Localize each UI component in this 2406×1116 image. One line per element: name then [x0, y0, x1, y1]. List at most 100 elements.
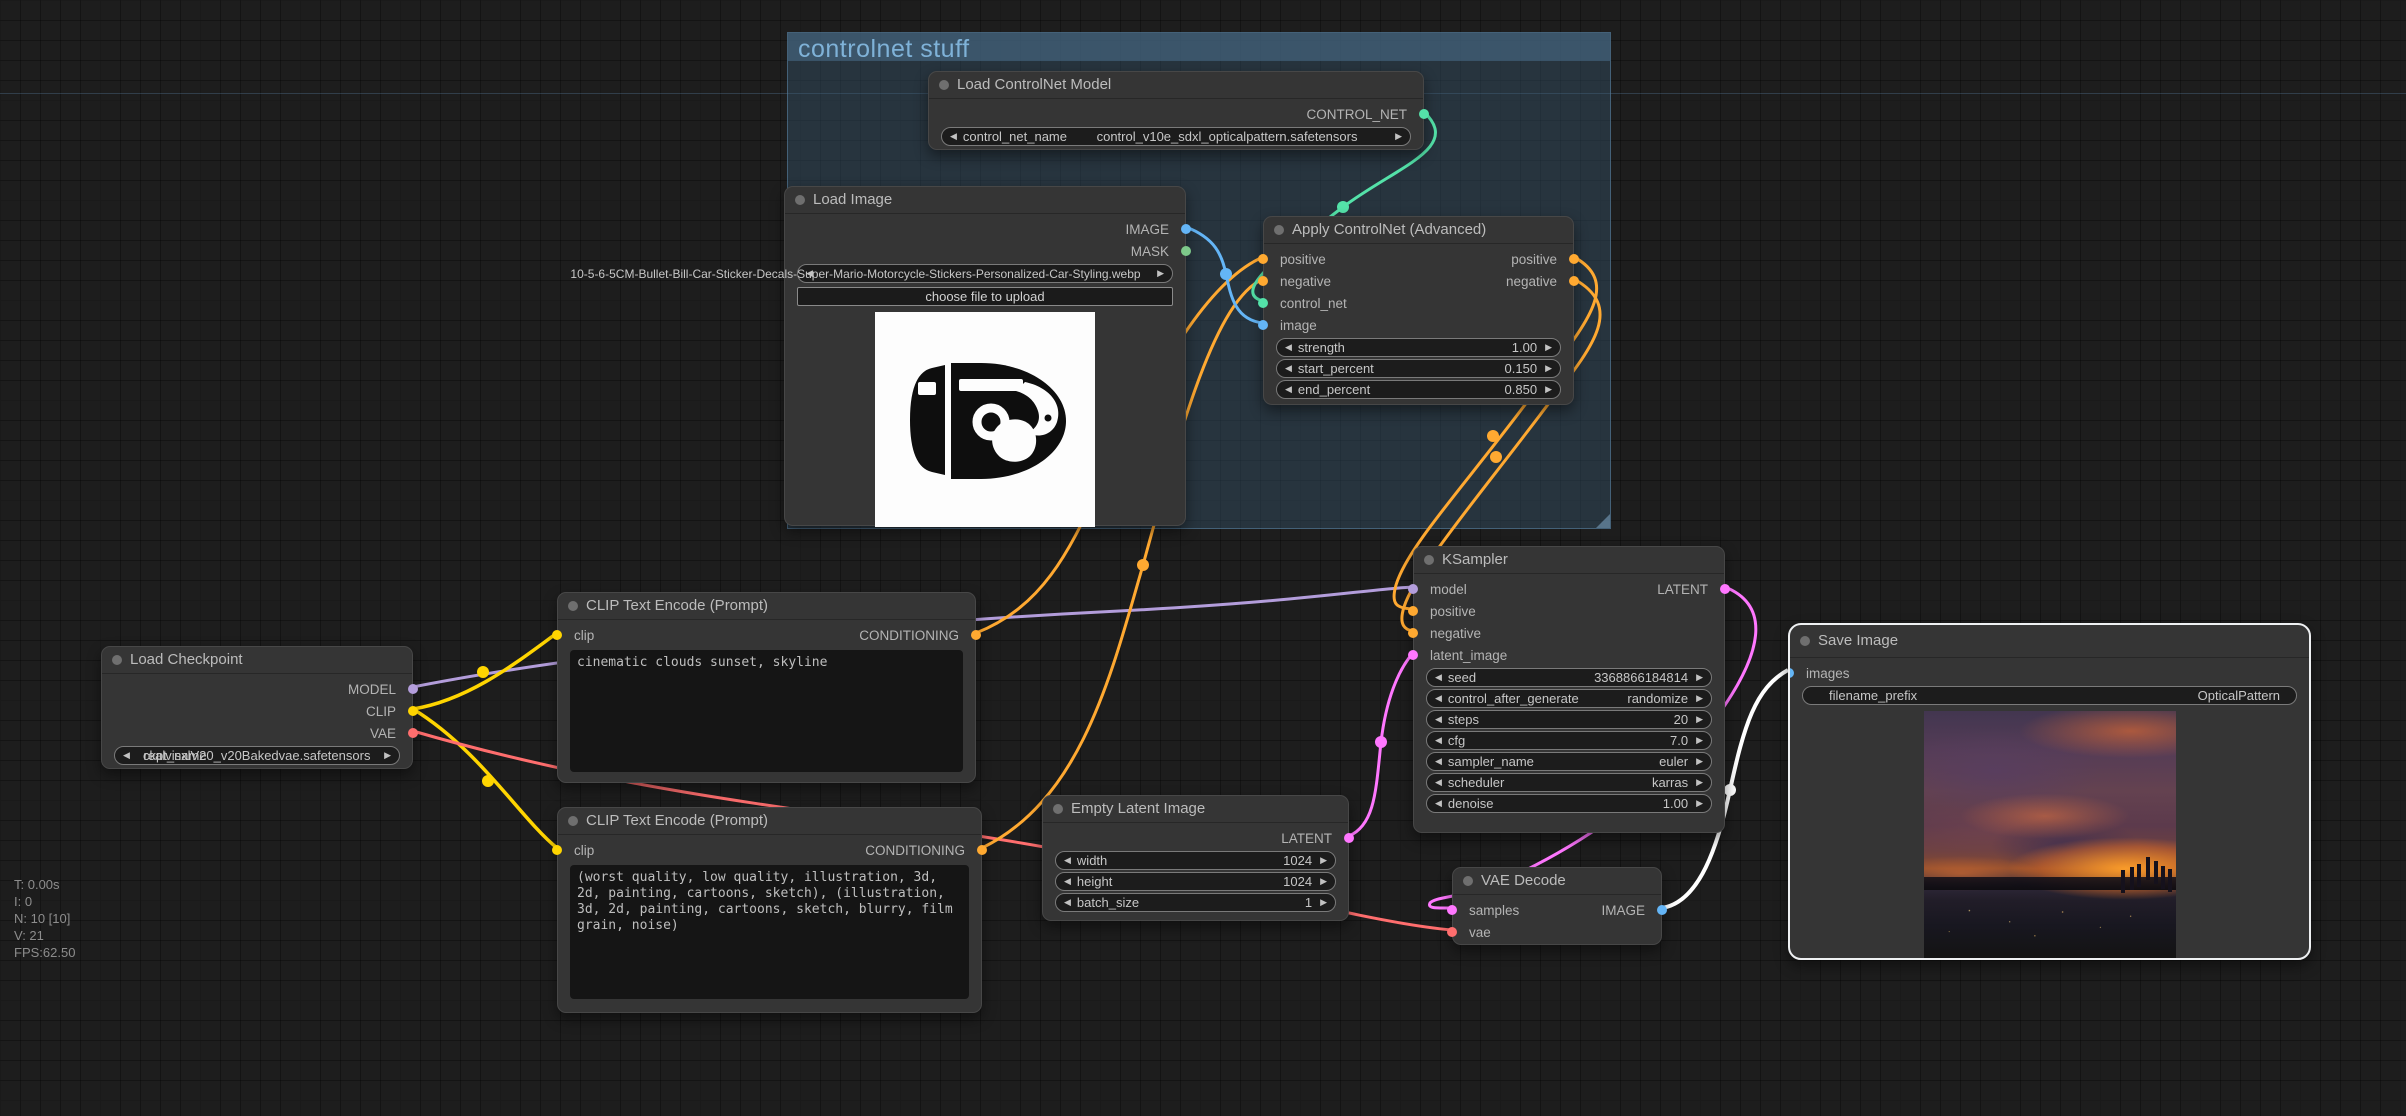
node-load-controlnet-model[interactable]: Load ControlNet Model CONTROL_NET ◀ cont…	[928, 71, 1424, 150]
increment-arrow-icon[interactable]: ▶	[1696, 773, 1703, 792]
increment-arrow-icon[interactable]: ▶	[1696, 752, 1703, 771]
node-load-checkpoint[interactable]: Load Checkpoint MODEL CLIP VAE ◀ ckpt_na…	[101, 646, 413, 769]
port-images-input[interactable]	[1788, 668, 1794, 678]
decrement-arrow-icon[interactable]: ◀	[1435, 689, 1442, 708]
port-vae-input[interactable]	[1447, 927, 1457, 937]
increment-arrow-icon[interactable]: ▶	[1545, 380, 1552, 399]
decrement-arrow-icon[interactable]: ◀	[1435, 773, 1442, 792]
increment-arrow-icon[interactable]: ▶	[1545, 338, 1552, 357]
node-clip-text-encode-positive[interactable]: CLIP Text Encode (Prompt) clip CONDITION…	[557, 592, 976, 783]
increment-arrow-icon[interactable]: ▶	[1320, 893, 1327, 912]
decrement-arrow-icon[interactable]: ◀	[1435, 668, 1442, 687]
node-graph-canvas[interactable]: controlnet stuff Load ControlNet Model	[0, 0, 2406, 1116]
port-samples-input[interactable]	[1447, 905, 1457, 915]
widget-strength[interactable]: ◀ strength 1.00 ▶	[1276, 338, 1561, 357]
node-ksampler[interactable]: KSampler model LATENT positive negative …	[1413, 546, 1725, 833]
input-label-negative: negative	[1280, 274, 1331, 289]
widget-end-percent[interactable]: ◀ end_percent 0.850 ▶	[1276, 380, 1561, 399]
group-header[interactable]: controlnet stuff	[788, 33, 1610, 61]
increment-arrow-icon[interactable]: ▶	[1696, 794, 1703, 813]
increment-arrow-icon[interactable]: ▶	[384, 746, 391, 765]
input-label-model: model	[1430, 582, 1467, 597]
port-latent-output[interactable]	[1344, 833, 1354, 843]
increment-arrow-icon[interactable]: ▶	[1696, 710, 1703, 729]
decrement-arrow-icon[interactable]: ◀	[123, 746, 130, 765]
widget-cfg[interactable]: ◀ cfg 7.0 ▶	[1426, 731, 1712, 750]
widget-denoise[interactable]: ◀ denoise 1.00 ▶	[1426, 794, 1712, 813]
widget-steps[interactable]: ◀ steps 20 ▶	[1426, 710, 1712, 729]
widget-batch-size[interactable]: ◀ batch_size 1 ▶	[1055, 893, 1336, 912]
output-label-conditioning: CONDITIONING	[865, 843, 965, 858]
node-load-image[interactable]: Load Image IMAGE MASK ◀ 10-5-6-5CM-Bulle…	[784, 186, 1186, 526]
increment-arrow-icon[interactable]: ▶	[1395, 127, 1402, 146]
port-mask-output[interactable]	[1181, 246, 1191, 256]
increment-arrow-icon[interactable]: ▶	[1696, 689, 1703, 708]
decrement-arrow-icon[interactable]: ◀	[1435, 710, 1442, 729]
group-resize-handle[interactable]	[1596, 514, 1610, 528]
node-apply-controlnet-advanced[interactable]: Apply ControlNet (Advanced) positive pos…	[1263, 216, 1574, 405]
port-clip-output[interactable]	[408, 706, 418, 716]
increment-arrow-icon[interactable]: ▶	[1320, 851, 1327, 870]
port-clip-input[interactable]	[552, 845, 562, 855]
port-latent-output[interactable]	[1720, 584, 1730, 594]
port-positive-output[interactable]	[1569, 254, 1579, 264]
prompt-textarea[interactable]: cinematic clouds sunset, skyline	[570, 650, 963, 772]
decrement-arrow-icon[interactable]: ◀	[806, 264, 813, 283]
port-image-input[interactable]	[1258, 320, 1268, 330]
decrement-arrow-icon[interactable]: ◀	[1435, 794, 1442, 813]
widget-control-net-name[interactable]: ◀ control_net_name control_v10e_sdxl_opt…	[941, 127, 1411, 146]
prompt-textarea[interactable]: (worst quality, low quality, illustratio…	[570, 865, 969, 999]
increment-arrow-icon[interactable]: ▶	[1545, 359, 1552, 378]
decrement-arrow-icon[interactable]: ◀	[1285, 380, 1292, 399]
decrement-arrow-icon[interactable]: ◀	[1064, 851, 1071, 870]
node-save-image[interactable]: Save Image images filename_prefix Optica…	[1788, 623, 2311, 960]
node-title: KSampler	[1442, 551, 1508, 568]
widget-scheduler[interactable]: ◀ scheduler karras ▶	[1426, 773, 1712, 792]
decrement-arrow-icon[interactable]: ◀	[1435, 752, 1442, 771]
port-positive-input[interactable]	[1408, 606, 1418, 616]
widget-sampler-name[interactable]: ◀ sampler_name euler ▶	[1426, 752, 1712, 771]
decrement-arrow-icon[interactable]: ◀	[950, 127, 957, 146]
port-clip-input[interactable]	[552, 630, 562, 640]
node-vae-decode[interactable]: VAE Decode samples IMAGE vae	[1452, 867, 1662, 945]
widget-image-filename[interactable]: ◀ 10-5-6-5CM-Bullet-Bill-Car-Sticker-Dec…	[797, 264, 1173, 283]
node-clip-text-encode-negative[interactable]: CLIP Text Encode (Prompt) clip CONDITION…	[557, 807, 982, 1013]
node-title: Empty Latent Image	[1071, 800, 1205, 817]
node-empty-latent-image[interactable]: Empty Latent Image LATENT ◀ width 1024 ▶…	[1042, 795, 1349, 921]
decrement-arrow-icon[interactable]: ◀	[1064, 872, 1071, 891]
decrement-arrow-icon[interactable]: ◀	[1435, 731, 1442, 750]
port-negative-output[interactable]	[1569, 276, 1579, 286]
output-label-image: IMAGE	[1601, 903, 1645, 918]
widget-control-after-generate[interactable]: ◀ control_after_generate randomize ▶	[1426, 689, 1712, 708]
decrement-arrow-icon[interactable]: ◀	[1285, 359, 1292, 378]
decrement-arrow-icon[interactable]: ◀	[1064, 893, 1071, 912]
port-negative-input[interactable]	[1258, 276, 1268, 286]
port-model-input[interactable]	[1408, 584, 1418, 594]
port-image-output[interactable]	[1181, 224, 1191, 234]
widget-start-percent[interactable]: ◀ start_percent 0.150 ▶	[1276, 359, 1561, 378]
widget-filename-prefix[interactable]: filename_prefix OpticalPattern	[1802, 686, 2297, 705]
increment-arrow-icon[interactable]: ▶	[1696, 731, 1703, 750]
port-conditioning-output[interactable]	[971, 630, 981, 640]
port-conditioning-output[interactable]	[977, 845, 987, 855]
widget-width[interactable]: ◀ width 1024 ▶	[1055, 851, 1336, 870]
widget-height[interactable]: ◀ height 1024 ▶	[1055, 872, 1336, 891]
increment-arrow-icon[interactable]: ▶	[1320, 872, 1327, 891]
port-model-output[interactable]	[408, 684, 418, 694]
port-positive-input[interactable]	[1258, 254, 1268, 264]
increment-arrow-icon[interactable]: ▶	[1157, 264, 1164, 283]
port-vae-output[interactable]	[408, 728, 418, 738]
choose-file-button[interactable]: choose file to upload	[797, 287, 1173, 306]
port-latent-image-input[interactable]	[1408, 650, 1418, 660]
port-negative-input[interactable]	[1408, 628, 1418, 638]
widget-seed[interactable]: ◀ seed 3368866184814 ▶	[1426, 668, 1712, 687]
widget-ckpt-name[interactable]: ◀ ckpt_name realvisxlV20_v20Bakedvae.saf…	[114, 746, 400, 765]
input-label-negative: negative	[1430, 626, 1481, 641]
increment-arrow-icon[interactable]: ▶	[1696, 668, 1703, 687]
port-control-net-output[interactable]	[1419, 109, 1429, 119]
node-status-icon	[112, 655, 122, 665]
port-image-output[interactable]	[1657, 905, 1667, 915]
output-label-mask: MASK	[1131, 244, 1169, 259]
decrement-arrow-icon[interactable]: ◀	[1285, 338, 1292, 357]
port-control-net-input[interactable]	[1258, 298, 1268, 308]
